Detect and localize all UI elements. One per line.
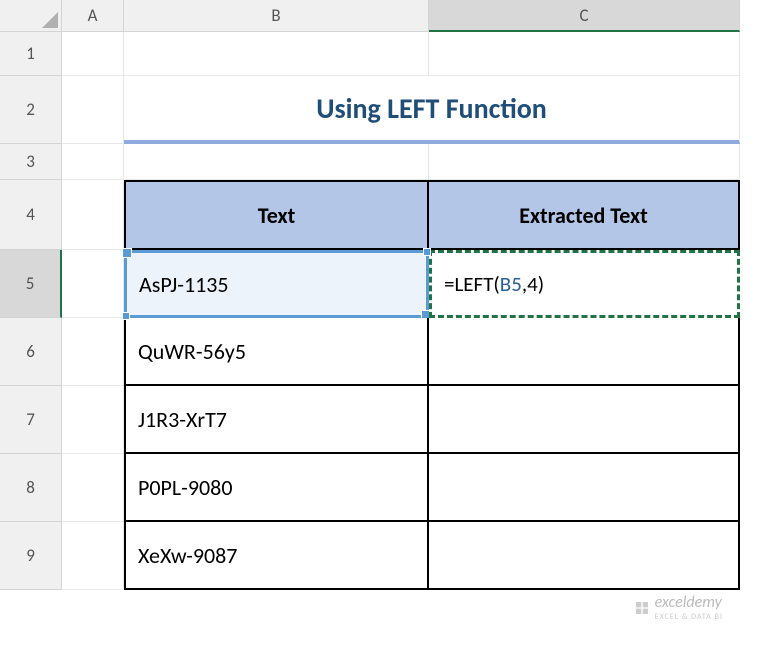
cell-b9[interactable]: XeXw-9087 xyxy=(124,522,429,590)
cell-c9[interactable] xyxy=(429,522,740,590)
cell-c5-active[interactable]: =LEFT(B5,4) xyxy=(429,250,740,318)
row-header-9[interactable]: 9 xyxy=(0,522,62,590)
watermark-subtitle: EXCEL & DATA BI xyxy=(655,612,723,622)
col-header-b[interactable]: B xyxy=(124,0,429,32)
cell-b5-value: AsPJ-1135 xyxy=(139,271,229,298)
row-header-8[interactable]: 8 xyxy=(0,454,62,522)
cell-c8[interactable] xyxy=(429,454,740,522)
cell-c1[interactable] xyxy=(429,32,740,76)
cell-a9[interactable] xyxy=(62,522,124,590)
row-header-6[interactable]: 6 xyxy=(0,318,62,386)
cell-a8[interactable] xyxy=(62,454,124,522)
formula-suffix: ,4) xyxy=(522,271,544,297)
title-cell[interactable]: Using LEFT Function xyxy=(124,76,740,144)
col-header-c[interactable]: C xyxy=(429,0,740,32)
watermark-logo-icon xyxy=(634,600,650,616)
cell-a3[interactable] xyxy=(62,144,124,180)
selection-handle-icon xyxy=(423,248,431,256)
cell-a6[interactable] xyxy=(62,318,124,386)
cell-b6[interactable]: QuWR-56y5 xyxy=(124,318,429,386)
cell-a7[interactable] xyxy=(62,386,124,454)
watermark: exceldemy EXCEL & DATA BI xyxy=(634,593,723,622)
row-header-7[interactable]: 7 xyxy=(0,386,62,454)
cell-c6[interactable] xyxy=(429,318,740,386)
row-header-2[interactable]: 2 xyxy=(0,76,62,144)
table-header-extracted[interactable]: Extracted Text xyxy=(429,180,740,250)
cell-c7[interactable] xyxy=(429,386,740,454)
watermark-text: exceldemy xyxy=(655,593,722,612)
selection-handle-icon xyxy=(122,312,130,320)
cell-b7[interactable]: J1R3-XrT7 xyxy=(124,386,429,454)
formula-display: =LEFT(B5,4) xyxy=(444,271,544,297)
cell-a2[interactable] xyxy=(62,76,124,144)
cell-a1[interactable] xyxy=(62,32,124,76)
cell-b8[interactable]: P0PL-9080 xyxy=(124,454,429,522)
cell-a4[interactable] xyxy=(62,180,124,250)
cell-b5-referenced[interactable]: AsPJ-1135 xyxy=(124,250,429,318)
row-header-4[interactable]: 4 xyxy=(0,180,62,250)
formula-prefix: =LEFT( xyxy=(444,271,500,297)
cell-b3[interactable] xyxy=(124,144,429,180)
cell-c3[interactable] xyxy=(429,144,740,180)
row-header-1[interactable]: 1 xyxy=(0,32,62,76)
row-header-3[interactable]: 3 xyxy=(0,144,62,180)
cell-a5[interactable] xyxy=(62,250,124,318)
select-all-corner[interactable] xyxy=(0,0,62,32)
col-header-a[interactable]: A xyxy=(62,0,124,32)
row-header-5[interactable]: 5 xyxy=(0,250,62,318)
formula-cell-reference: B5 xyxy=(500,271,522,297)
cell-b1[interactable] xyxy=(124,32,429,76)
table-header-text[interactable]: Text xyxy=(124,180,429,250)
spreadsheet-grid: A B C 1 2 Using LEFT Function 3 4 Text E… xyxy=(0,0,768,590)
